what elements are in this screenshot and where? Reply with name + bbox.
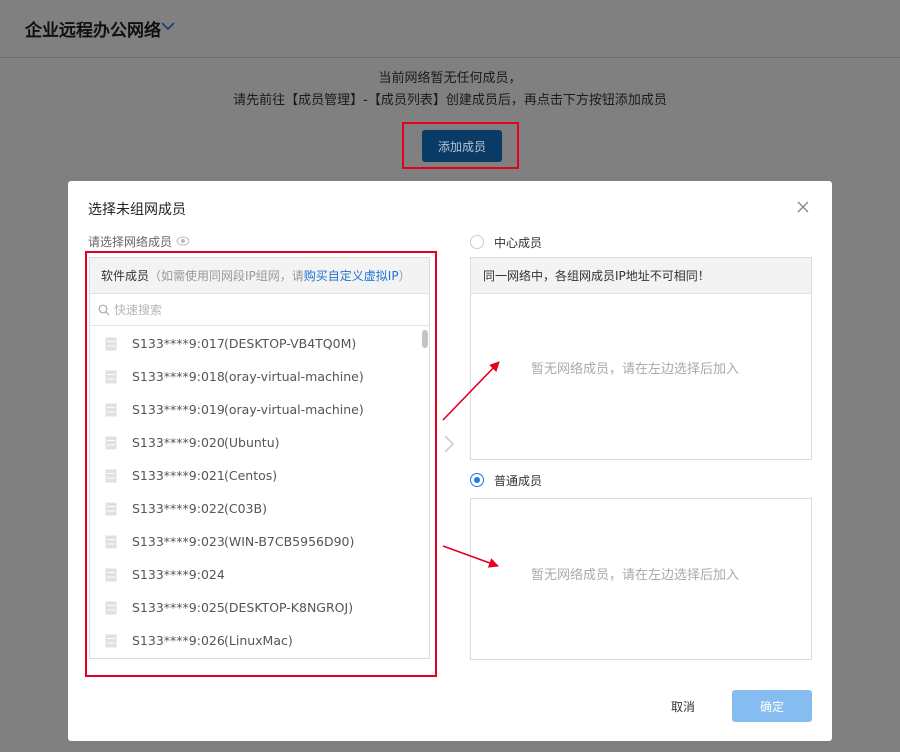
search-icon [98,304,110,316]
normal-member-empty: 暂无网络成员，请在左边选择后加入 [531,568,740,583]
server-icon [105,502,117,516]
member-id: S133****9:021 [132,468,225,483]
network-title[interactable]: 企业远程办公网络 [25,16,161,41]
member-panel-hint-end: ） [398,269,411,283]
member-device-name: (oray-virtual-machine) [224,369,364,384]
server-icon [105,370,117,384]
center-member-label: 中心成员 [494,236,543,250]
member-id: S133****9:020 [132,435,225,450]
member-id: S133****9:023 [132,534,225,549]
normal-member-radio[interactable] [470,473,484,487]
member-list: S133****9:017 (DESKTOP-VB4TQ0M) S133****… [90,327,422,657]
member-item[interactable]: S133****9:022 (C03B) [90,492,422,525]
member-device-name: (DESKTOP-K8NGROJ) [224,600,354,615]
buy-custom-ip-link[interactable]: 购买自定义虚拟IP [304,269,399,283]
dialog-title: 选择未组网成员 [88,202,186,218]
member-id: S133****9:022 [132,501,225,516]
empty-message-line-2: 请先前往【成员管理】-【成员列表】创建成员后，再点击下方按钮添加成员 [233,93,667,108]
member-item[interactable]: S133****9:024 [90,558,422,591]
server-icon [105,403,117,417]
member-item[interactable]: S133****9:021 (Centos) [90,459,422,492]
member-device-name: (Ubuntu) [224,435,280,450]
member-panel-hint: （如需使用同网段IP组网，请 [149,269,304,283]
member-id: S133****9:018 [132,369,225,384]
server-icon [105,601,117,615]
chevron-right-icon[interactable] [442,433,456,455]
member-item[interactable]: S133****9:018 (oray-virtual-machine) [90,360,422,393]
member-picker-panel: 软件成员（如需使用同网段IP组网，请购买自定义虚拟IP） S133****9:0… [89,257,430,659]
page-header: 企业远程办公网络 [0,0,900,58]
select-members-label: 请选择网络成员 [88,235,173,249]
member-device-name: (WIN-B7CB5956D90) [224,534,355,549]
close-icon[interactable] [795,199,811,215]
normal-member-label: 普通成员 [494,474,543,488]
member-item[interactable]: S133****9:023 (WIN-B7CB5956D90) [90,525,422,558]
member-search-input[interactable] [114,300,414,320]
center-member-box: 同一网络中，各组网成员IP地址不可相同！ 暂无网络成员，请在左边选择后加入 [470,257,812,460]
server-icon [105,568,117,582]
server-icon [105,469,117,483]
member-list-scrollbar[interactable] [422,330,428,348]
member-device-name: (LinuxMac) [224,633,293,648]
member-id: S133****9:019 [132,402,225,417]
member-id: S133****9:026 [132,633,225,648]
center-member-radio[interactable] [470,235,484,249]
search-row [90,294,429,326]
empty-message-line-1: 当前网络暂无任何成员， [378,71,522,86]
server-icon [105,634,117,648]
server-icon [105,535,117,549]
member-device-name: (Centos) [224,468,278,483]
normal-member-box: 暂无网络成员，请在左边选择后加入 [470,498,812,660]
member-type-label: 软件成员 [101,269,150,283]
center-member-notice: 同一网络中，各组网成员IP地址不可相同！ [471,258,811,294]
member-item[interactable]: S133****9:020 (Ubuntu) [90,426,422,459]
member-id: S133****9:024 [132,567,225,582]
empty-network-message: 当前网络暂无任何成员， 请先前往【成员管理】-【成员列表】创建成员后，再点击下方… [0,68,900,112]
member-device-name: (DESKTOP-VB4TQ0M) [224,336,357,351]
member-id: S133****9:017 [132,336,225,351]
eye-icon[interactable] [176,236,190,246]
chevron-down-icon[interactable] [158,16,178,36]
member-id: S133****9:025 [132,600,225,615]
member-panel-header: 软件成员（如需使用同网段IP组网，请购买自定义虚拟IP） [90,258,429,294]
center-member-empty: 暂无网络成员，请在左边选择后加入 [531,362,740,377]
member-item[interactable]: S133****9:025 (DESKTOP-K8NGROJ) [90,591,422,624]
add-member-button[interactable]: 添加成员 [422,130,502,162]
server-icon [105,337,117,351]
member-item[interactable]: S133****9:019 (oray-virtual-machine) [90,393,422,426]
cancel-button[interactable]: 取消 [658,690,708,722]
member-item[interactable]: S133****9:026 (LinuxMac) [90,624,422,657]
member-device-name: (oray-virtual-machine) [224,402,364,417]
member-device-name: (C03B) [224,501,267,516]
server-icon [105,436,117,450]
member-item[interactable]: S133****9:017 (DESKTOP-VB4TQ0M) [90,327,422,360]
select-members-dialog: 选择未组网成员 请选择网络成员 软件成员（如需使用同网段IP组网，请购买自定义虚… [68,181,832,741]
confirm-button[interactable]: 确定 [732,690,812,722]
